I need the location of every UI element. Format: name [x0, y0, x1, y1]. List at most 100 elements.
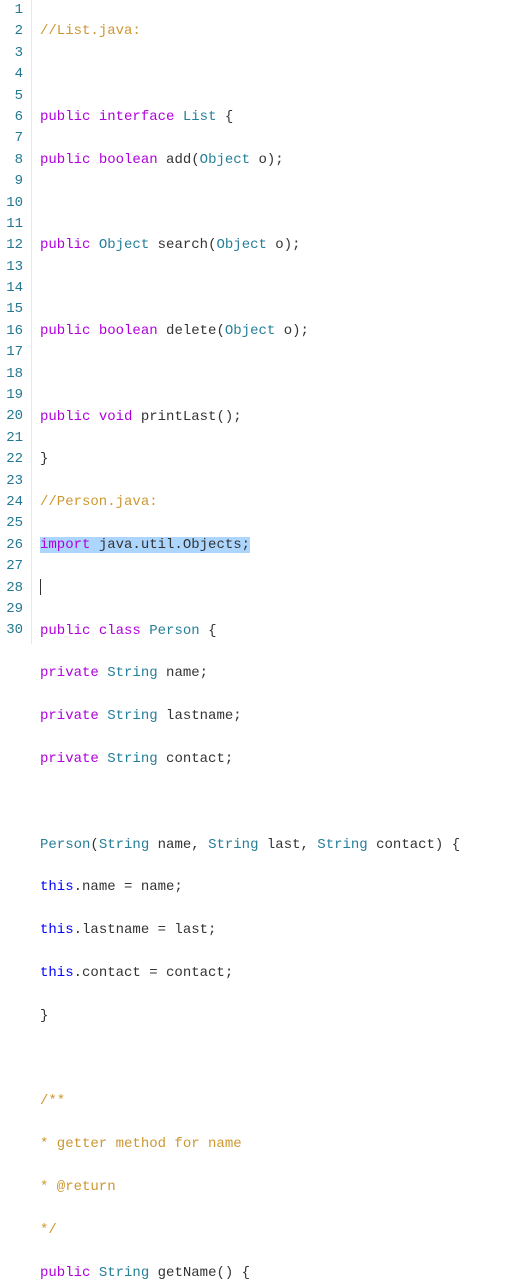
token: contact) {: [368, 837, 460, 853]
code-line[interactable]: [40, 193, 510, 214]
token-comment: * @return: [40, 1179, 116, 1195]
token: java.util.Objects;: [90, 537, 250, 553]
token-keyword: public: [40, 109, 90, 125]
line-number: 5: [4, 86, 23, 107]
token: [99, 708, 107, 724]
token-keyword: public: [40, 323, 90, 339]
code-line[interactable]: //Person.java:: [40, 492, 510, 513]
token: last,: [258, 837, 317, 853]
token-comment: * getter method for name: [40, 1136, 242, 1152]
token: [90, 1265, 98, 1281]
code-line[interactable]: Person(String name, String last, String …: [40, 835, 510, 856]
line-number: 6: [4, 107, 23, 128]
token-keyword: void: [99, 409, 133, 425]
code-line[interactable]: public void printLast();: [40, 407, 510, 428]
token: {: [200, 623, 217, 639]
line-number: 12: [4, 235, 23, 256]
token: [99, 665, 107, 681]
token-keyword: boolean: [99, 323, 158, 339]
token: name;: [158, 665, 208, 681]
token: getName: [158, 1265, 217, 1281]
token: [90, 323, 98, 339]
token: [90, 237, 98, 253]
code-line[interactable]: private String lastname;: [40, 706, 510, 727]
token: (: [90, 837, 98, 853]
line-number: 1: [4, 0, 23, 21]
token: [149, 1265, 157, 1281]
token-keyword: private: [40, 751, 99, 767]
token: contact;: [158, 751, 234, 767]
code-line[interactable]: [40, 364, 510, 385]
code-line[interactable]: //List.java:: [40, 21, 510, 42]
line-number: 20: [4, 406, 23, 427]
code-line[interactable]: }: [40, 1006, 510, 1027]
code-line[interactable]: this.contact = contact;: [40, 963, 510, 984]
line-number: 8: [4, 150, 23, 171]
token-type: String: [107, 665, 157, 681]
code-line[interactable]: public boolean add(Object o);: [40, 150, 510, 171]
code-line[interactable]: [40, 278, 510, 299]
token: [158, 323, 166, 339]
code-line[interactable]: private String contact;: [40, 749, 510, 770]
token: [90, 409, 98, 425]
code-line[interactable]: [40, 578, 510, 599]
code-line[interactable]: */: [40, 1220, 510, 1241]
token: delete: [166, 323, 216, 339]
line-number: 10: [4, 193, 23, 214]
token-type: List: [183, 109, 217, 125]
token: (: [216, 323, 224, 339]
line-number: 27: [4, 556, 23, 577]
token: lastname;: [158, 708, 242, 724]
token: o);: [275, 323, 309, 339]
code-line[interactable]: private String name;: [40, 663, 510, 684]
code-line[interactable]: * getter method for name: [40, 1134, 510, 1155]
code-editor[interactable]: 1 2 3 4 5 6 7 8 9 10 11 12 13 14 15 16 1…: [0, 0, 510, 644]
code-line[interactable]: [40, 64, 510, 85]
code-line[interactable]: [40, 1049, 510, 1070]
token-comment: */: [40, 1222, 57, 1238]
line-number: 16: [4, 321, 23, 342]
line-number: 30: [4, 620, 23, 641]
line-number: 14: [4, 278, 23, 299]
token-keyword: public: [40, 623, 90, 639]
token-type: Person: [149, 623, 199, 639]
code-line[interactable]: this.name = name;: [40, 877, 510, 898]
code-line[interactable]: public String getName() {: [40, 1263, 510, 1284]
token: [174, 109, 182, 125]
token-type: Object: [225, 323, 275, 339]
token: .name = name;: [74, 879, 183, 895]
token-keyword: public: [40, 237, 90, 253]
line-number: 3: [4, 43, 23, 64]
token: o);: [267, 237, 301, 253]
code-line[interactable]: }: [40, 449, 510, 470]
code-line[interactable]: * @return: [40, 1177, 510, 1198]
code-line[interactable]: public class Person {: [40, 621, 510, 642]
token-comment: //List.java:: [40, 23, 141, 39]
code-line[interactable]: public interface List {: [40, 107, 510, 128]
token-type: String: [107, 708, 157, 724]
code-area[interactable]: //List.java: public interface List { pub…: [32, 0, 510, 644]
token: [90, 623, 98, 639]
token-keyword: public: [40, 409, 90, 425]
line-number: 9: [4, 171, 23, 192]
token-keyword: class: [99, 623, 141, 639]
token-keyword: interface: [99, 109, 175, 125]
token: search: [158, 237, 208, 253]
token: (: [191, 152, 199, 168]
line-number: 17: [4, 342, 23, 363]
line-number: 29: [4, 599, 23, 620]
code-line[interactable]: import java.util.Objects;: [40, 535, 510, 556]
code-line[interactable]: public Object search(Object o);: [40, 235, 510, 256]
code-line[interactable]: /**: [40, 1091, 510, 1112]
token: {: [216, 109, 233, 125]
token: .lastname = last;: [74, 922, 217, 938]
token: [132, 409, 140, 425]
code-line[interactable]: [40, 792, 510, 813]
code-line[interactable]: public boolean delete(Object o);: [40, 321, 510, 342]
line-number: 22: [4, 449, 23, 470]
token: [90, 152, 98, 168]
code-line[interactable]: this.lastname = last;: [40, 920, 510, 941]
token: [99, 751, 107, 767]
token-type: Object: [216, 237, 266, 253]
line-number: 7: [4, 128, 23, 149]
